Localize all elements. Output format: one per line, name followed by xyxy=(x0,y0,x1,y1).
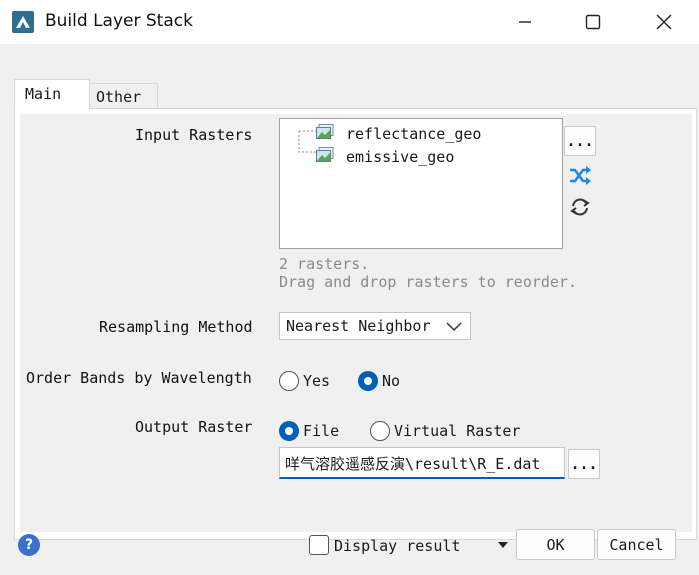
raster-icon xyxy=(316,147,334,162)
tab-main[interactable]: Main xyxy=(14,79,90,109)
output-raster-input[interactable]: 咩气溶胶遥感反演\result\R_E.dat xyxy=(279,447,565,479)
window-title: Build Layer Stack xyxy=(45,11,193,31)
order-bands-no-radio[interactable] xyxy=(358,371,378,391)
resampling-method-select[interactable]: Nearest Neighbor xyxy=(279,312,471,340)
input-rasters-list[interactable]: reflectance_geo emissive_geo xyxy=(279,118,563,249)
order-bands-yes-radio[interactable] xyxy=(279,371,299,391)
resampling-method-label: Resampling Method xyxy=(99,318,253,336)
maximize-icon xyxy=(585,14,601,30)
list-item-raster[interactable]: emissive_geo xyxy=(346,146,454,168)
help-icon[interactable]: ? xyxy=(18,534,40,556)
close-icon xyxy=(656,14,672,30)
shuffle-icon[interactable] xyxy=(568,165,592,187)
minimize-button[interactable] xyxy=(502,4,548,40)
ok-button[interactable]: OK xyxy=(516,529,595,560)
minimize-icon xyxy=(519,21,531,23)
refresh-icon[interactable] xyxy=(569,197,591,217)
browse-output-button[interactable]: ... xyxy=(568,449,600,479)
reorder-hint-text: Drag and drop rasters to reorder. xyxy=(279,273,578,291)
dialog-body: Main Other Input Rasters reflectance_geo xyxy=(0,44,699,575)
display-result-checkbox[interactable] xyxy=(309,535,329,555)
tab-panel-main: Input Rasters reflectance_geo emissive_g… xyxy=(14,108,697,540)
output-file-radio[interactable] xyxy=(279,421,299,441)
main-form: Input Rasters reflectance_geo emissive_g… xyxy=(20,114,692,532)
maximize-button[interactable] xyxy=(570,4,616,40)
list-item-raster[interactable]: reflectance_geo xyxy=(346,123,481,145)
caret-down-icon[interactable] xyxy=(497,541,509,549)
title-bar: Build Layer Stack xyxy=(0,0,699,44)
raster-icon xyxy=(316,124,334,139)
cancel-button[interactable]: Cancel xyxy=(597,529,676,560)
order-bands-yes-label[interactable]: Yes xyxy=(303,372,330,390)
output-virtual-raster-label[interactable]: Virtual Raster xyxy=(394,422,520,440)
output-raster-label: Output Raster xyxy=(135,418,253,436)
tab-other[interactable]: Other xyxy=(90,83,158,109)
close-button[interactable] xyxy=(641,4,687,40)
browse-rasters-button[interactable]: ... xyxy=(564,126,596,156)
app-icon xyxy=(12,11,34,33)
output-file-label[interactable]: File xyxy=(303,422,339,440)
order-bands-no-label[interactable]: No xyxy=(382,372,400,390)
resampling-method-value: Nearest Neighbor xyxy=(286,317,431,335)
output-virtual-raster-radio[interactable] xyxy=(370,421,390,441)
raster-count-text: 2 rasters. xyxy=(279,255,370,273)
display-result-label[interactable]: Display result xyxy=(334,537,460,555)
input-rasters-label: Input Rasters xyxy=(135,126,253,144)
chevron-down-icon xyxy=(446,322,462,332)
order-bands-label: Order Bands by Wavelength xyxy=(26,369,252,387)
